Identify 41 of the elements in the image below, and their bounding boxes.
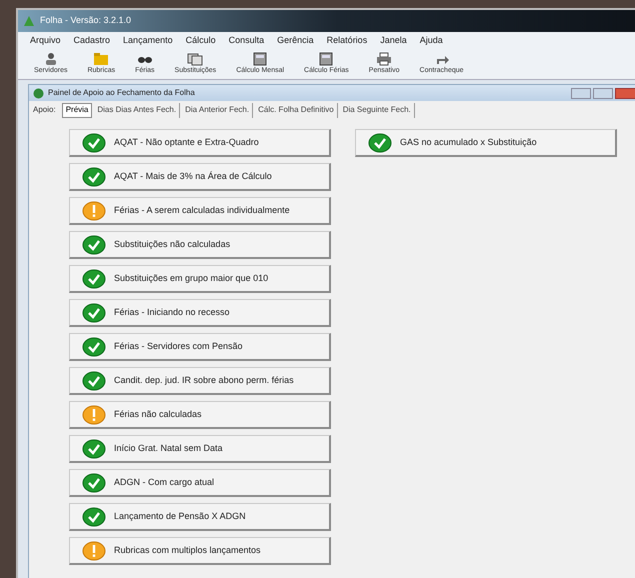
menu-item[interactable]: Cadastro <box>74 34 110 48</box>
check-button[interactable]: AQAT - Não optante e Extra-Quadro <box>69 129 331 157</box>
tab[interactable]: Dia Anterior Fech. <box>182 102 254 118</box>
check-button[interactable]: Rubricas com multiplos lançamentos <box>69 537 331 565</box>
printer-icon <box>376 52 392 66</box>
calculator-icon <box>318 52 334 66</box>
check-button[interactable]: Substituições não calculadas <box>69 231 331 259</box>
app-logo-icon <box>33 88 44 98</box>
check-button[interactable]: Candit. dep. jud. IR sobre abono perm. férias <box>69 367 331 395</box>
window-title: Folha - Versão: 3.2.1.0 <box>40 14 132 28</box>
menu-item[interactable]: Janela <box>380 34 407 48</box>
folder-icon <box>93 52 110 66</box>
tab[interactable]: Cálc. Folha Definitivo <box>255 102 338 118</box>
check-button[interactable]: Férias - Servidores com Pensão <box>69 333 331 361</box>
tabs-label: Apoio: <box>33 104 56 116</box>
tab[interactable]: Prévia <box>62 102 92 118</box>
check-button[interactable]: ADGN - Com cargo atual <box>69 469 331 497</box>
menu-item[interactable]: Cálculo <box>186 34 216 48</box>
check-button[interactable]: Início Grat. Natal sem Data <box>69 435 331 463</box>
check-button[interactable]: GAS no acumulado x Substituição <box>355 129 617 157</box>
panel-title: Painel de Apoio ao Fechamento da Folha <box>48 87 195 99</box>
menu-item[interactable]: Relatórios <box>326 34 368 48</box>
tab[interactable]: Dias Dias Antes Fech. <box>94 102 180 118</box>
menu-item[interactable]: Lançamento <box>123 34 173 48</box>
check-button[interactable]: Lançamento de Pensão X ADGN <box>69 503 331 531</box>
tab[interactable]: Dia Seguinte Fech. <box>340 102 415 118</box>
cards-icon <box>187 52 204 66</box>
calculator-icon <box>252 52 268 66</box>
check-button[interactable]: Férias - Iniciando no recesso <box>69 299 331 327</box>
check-button[interactable]: Férias - A serem calculadas individualmente <box>69 197 331 225</box>
check-button[interactable]: Férias não calculadas <box>69 401 331 429</box>
menu-item[interactable]: Ajuda <box>420 34 443 48</box>
app-logo-icon <box>22 14 36 28</box>
check-button[interactable]: AQAT - Mais de 3% na Área de Cálculo <box>69 163 331 191</box>
minimize-button[interactable] <box>571 88 591 98</box>
menu-item[interactable]: Gerência <box>277 34 314 48</box>
maximize-button[interactable] <box>593 88 613 98</box>
check-button[interactable]: Substituições em grupo maior que 010 <box>69 265 331 293</box>
close-button[interactable] <box>615 88 635 98</box>
menu-item[interactable]: Arquivo <box>30 34 61 48</box>
menu-item[interactable]: Consulta <box>228 34 264 48</box>
